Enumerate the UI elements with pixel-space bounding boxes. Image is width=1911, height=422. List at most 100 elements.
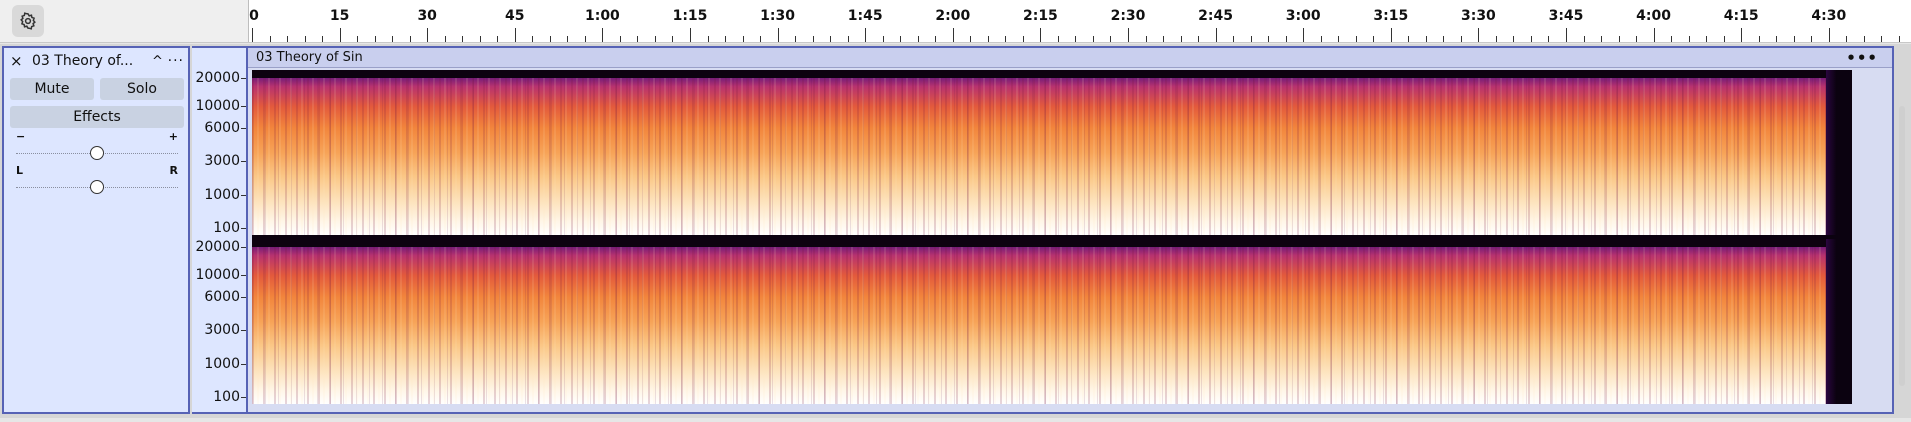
time-tick-major xyxy=(602,28,604,42)
spectrogram-end xyxy=(1826,70,1852,235)
time-tick-minor xyxy=(322,36,324,42)
track-menu-icon[interactable]: ··· xyxy=(166,53,184,69)
time-tick-minor xyxy=(970,36,972,42)
time-tick-minor xyxy=(672,36,674,42)
track-area: × 03 Theory of... ^ ··· Mute Solo Effect… xyxy=(0,44,1911,418)
time-tick-minor xyxy=(830,36,832,42)
spectrogram-channel-left[interactable] xyxy=(252,70,1852,235)
spectrogram-top-band xyxy=(252,239,1852,247)
audio-clip[interactable]: 03 Theory of Sin ••• xyxy=(246,46,1894,414)
time-tick-minor xyxy=(584,36,586,42)
track-name[interactable]: 03 Theory of... xyxy=(32,53,152,69)
time-tick-minor xyxy=(304,36,306,42)
frequency-ruler[interactable]: 20000 10000 6000 3000 1000 100 20000 10000 6000 3… xyxy=(192,46,246,414)
time-tick-minor xyxy=(725,36,727,42)
time-tick-major xyxy=(1741,28,1743,42)
time-tick-minor xyxy=(1145,36,1147,42)
track-control-panel[interactable]: × 03 Theory of... ^ ··· Mute Solo Effect… xyxy=(2,46,190,414)
time-tick-minor xyxy=(1530,36,1532,42)
time-ruler[interactable]: 0 15 30 45 1:00 1:15 1:30 1:45 2:00 2:15 2:30 2:45 3… xyxy=(248,0,1911,42)
time-tick-major xyxy=(865,28,867,42)
pan-left-label: L xyxy=(16,164,24,177)
time-tick-major xyxy=(514,28,516,42)
time-tick-minor xyxy=(1723,36,1725,42)
vertical-scrollbar[interactable] xyxy=(1899,106,1905,386)
time-tick-minor xyxy=(497,36,499,42)
time-tick-minor xyxy=(1250,36,1252,42)
time-tick-minor xyxy=(269,36,271,42)
time-tick-minor xyxy=(287,36,289,42)
time-tick-major xyxy=(777,28,779,42)
time-tick-minor xyxy=(987,36,989,42)
time-tick-minor xyxy=(1233,36,1235,42)
time-tick-minor xyxy=(1285,36,1287,42)
time-tick-minor xyxy=(847,36,849,42)
time-tick-minor xyxy=(1495,36,1497,42)
time-tick-minor xyxy=(900,36,902,42)
time-tick-minor xyxy=(1513,36,1515,42)
time-tick-label: 4:15 xyxy=(1723,8,1759,24)
time-tick-minor xyxy=(1180,36,1182,42)
time-tick-minor xyxy=(742,36,744,42)
time-tick-minor xyxy=(374,36,376,42)
time-tick-minor xyxy=(1793,36,1795,42)
time-tick-major xyxy=(1478,28,1480,42)
pan-slider[interactable]: L R xyxy=(16,164,178,198)
time-tick-label: 3:30 xyxy=(1460,8,1496,24)
time-tick-minor xyxy=(1355,36,1357,42)
spectrogram-channel-right[interactable] xyxy=(252,239,1852,404)
gain-slider-knob[interactable] xyxy=(90,146,104,160)
time-tick-label: 4:30 xyxy=(1811,8,1847,24)
time-tick-minor xyxy=(1548,36,1550,42)
time-tick-minor xyxy=(1636,36,1638,42)
time-tick-major xyxy=(1215,28,1217,42)
effects-button[interactable]: Effects xyxy=(10,106,184,128)
clip-title-bar[interactable]: 03 Theory of Sin ••• xyxy=(248,48,1892,68)
time-tick-minor xyxy=(1863,36,1865,42)
time-tick-minor xyxy=(1846,36,1848,42)
time-tick-label: 3:00 xyxy=(1285,8,1321,24)
time-tick-major xyxy=(1303,28,1305,42)
time-tick-minor xyxy=(1163,36,1165,42)
time-tick-minor xyxy=(1425,36,1427,42)
frequency-label: 3000 xyxy=(204,321,240,338)
time-tick-major xyxy=(690,28,691,42)
spectrogram-end xyxy=(1826,239,1852,404)
time-tick-label: 45 xyxy=(505,8,525,24)
time-tick-major xyxy=(1040,28,1042,42)
time-tick-label: 2:15 xyxy=(1022,8,1058,24)
time-tick-major xyxy=(339,28,341,42)
time-tick-minor xyxy=(1898,36,1900,42)
solo-button[interactable]: Solo xyxy=(100,78,184,100)
collapse-icon[interactable]: ^ xyxy=(152,54,166,69)
frequency-label: 20000 xyxy=(195,239,240,256)
time-tick-label: 15 xyxy=(329,8,350,24)
frequency-label: 6000 xyxy=(204,288,240,305)
time-tick-minor xyxy=(1373,36,1375,42)
mute-button[interactable]: Mute xyxy=(10,78,94,100)
time-tick-minor xyxy=(812,36,814,42)
time-tick-minor xyxy=(795,36,797,42)
frequency-label: 6000 xyxy=(204,119,240,136)
frequency-label: 1000 xyxy=(204,356,240,373)
timeline-settings-button[interactable] xyxy=(12,5,44,37)
frequency-label: 100 xyxy=(213,389,240,406)
gain-max-label: + xyxy=(168,130,178,143)
time-tick-label: 3:45 xyxy=(1548,8,1584,24)
time-tick-major xyxy=(1128,28,1129,42)
spectrogram-texture xyxy=(252,70,1852,235)
time-tick-minor xyxy=(1601,36,1603,42)
time-tick-minor xyxy=(1005,36,1007,42)
frequency-label: 10000 xyxy=(195,98,240,115)
time-tick-minor xyxy=(1688,36,1690,42)
time-tick-minor xyxy=(549,36,551,42)
gain-slider[interactable]: − + xyxy=(16,130,178,164)
time-tick-label: 2:00 xyxy=(935,8,971,24)
pan-slider-knob[interactable] xyxy=(90,180,104,194)
close-icon[interactable]: × xyxy=(10,52,26,70)
time-tick-minor xyxy=(1881,36,1883,42)
clip-menu-icon[interactable]: ••• xyxy=(1846,49,1878,67)
frequency-label: 100 xyxy=(213,220,240,237)
gain-min-label: − xyxy=(16,130,26,143)
time-tick-minor xyxy=(637,36,639,42)
